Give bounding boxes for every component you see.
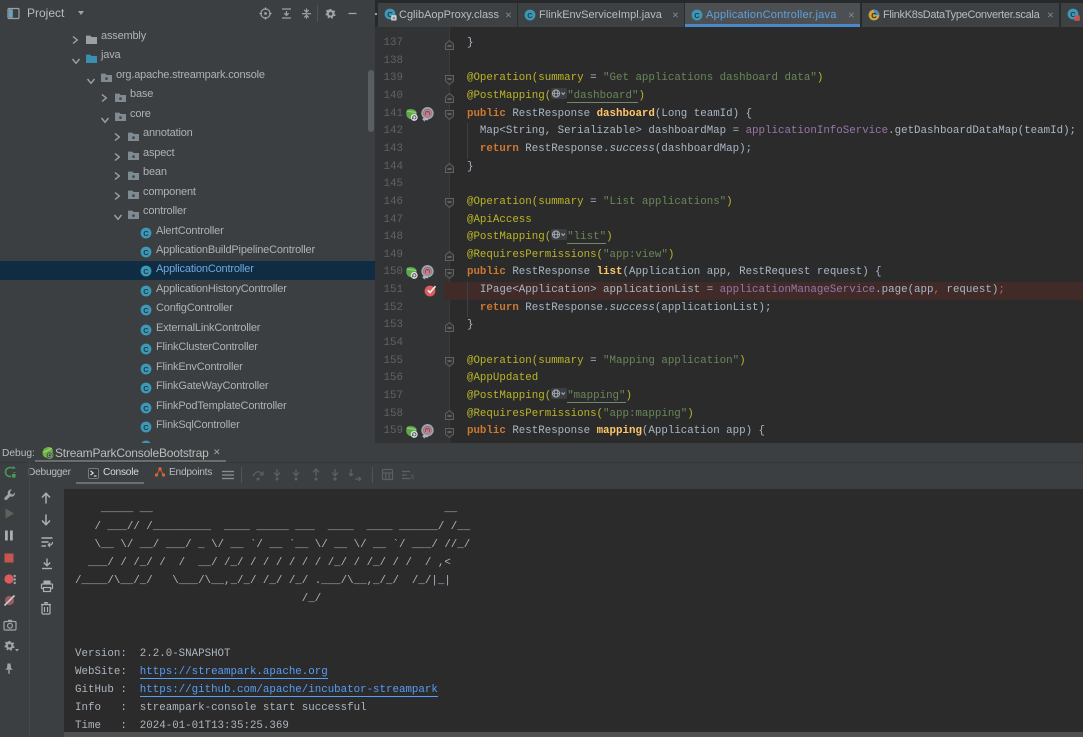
svg-text:C: C (143, 248, 149, 257)
svg-text:C: C (143, 306, 149, 315)
svg-text:C: C (143, 403, 149, 412)
svg-text:C: C (143, 423, 149, 432)
svg-text:C: C (143, 364, 149, 373)
svg-text:x: x (410, 473, 415, 481)
svg-text:C: C (871, 11, 877, 20)
svg-text:C: C (143, 326, 149, 335)
svg-text:C: C (694, 11, 700, 20)
svg-text:C: C (143, 384, 149, 393)
svg-text:C: C (143, 267, 149, 276)
svg-text:C: C (527, 11, 533, 20)
svg-text:C: C (143, 228, 149, 237)
svg-text:C: C (143, 287, 149, 296)
svg-text:C: C (143, 345, 149, 354)
